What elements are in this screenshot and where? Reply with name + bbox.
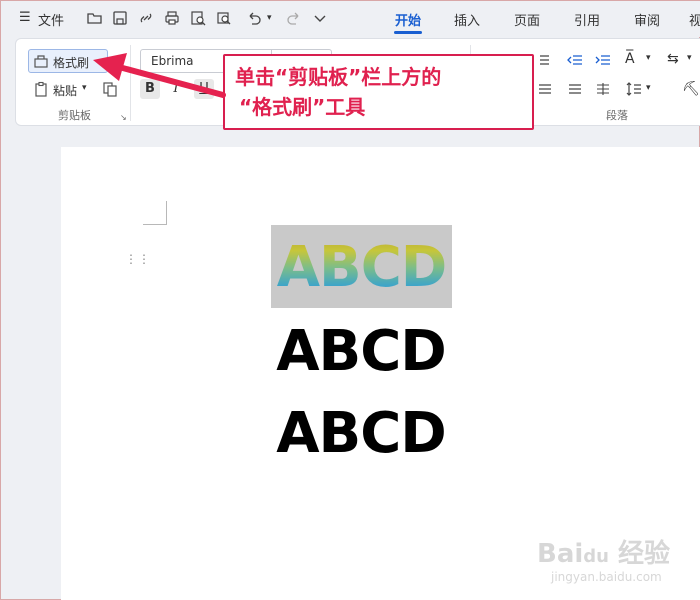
sort-icon[interactable]: ⇆: [667, 51, 679, 67]
undo-dropdown-icon[interactable]: ▾: [267, 13, 272, 23]
paste-icon[interactable]: [33, 81, 49, 97]
font-name-value: Ebrima: [151, 54, 194, 68]
format-painter-icon: [34, 55, 48, 68]
copy-icon[interactable]: [102, 81, 118, 97]
decrease-indent-icon[interactable]: [567, 53, 583, 67]
more-chevron-down-icon[interactable]: [312, 10, 328, 26]
baidu-jingyan-watermark-logo: Baidu 经验 jingyan.baidu.com: [537, 539, 671, 584]
open-folder-icon[interactable]: [87, 10, 103, 26]
tab-page[interactable]: 页面: [514, 10, 540, 29]
tab-insert[interactable]: 插入: [454, 10, 480, 29]
redo-icon[interactable]: [286, 10, 302, 26]
paragraph-group-label: 段落: [606, 109, 628, 122]
sort-dropdown-icon[interactable]: ▾: [687, 53, 692, 63]
plain-text-line-1[interactable]: ABCD: [261, 317, 461, 387]
line-spacing-dropdown-icon[interactable]: ▾: [646, 83, 651, 93]
print-icon[interactable]: [164, 10, 180, 26]
bold-button[interactable]: B: [140, 79, 160, 99]
margin-corner-mark: [143, 201, 167, 225]
group-divider: [130, 45, 131, 121]
print-preview-icon[interactable]: [190, 10, 206, 26]
file-menu[interactable]: 文件: [38, 10, 64, 29]
format-painter-button[interactable]: 格式刷: [28, 49, 108, 73]
paragraph-drag-handle-icon[interactable]: ⋮⋮: [125, 253, 150, 273]
plain-text-line-2[interactable]: ABCD: [261, 399, 461, 469]
instruction-callout: 单击“剪贴板”栏上方的 “格式刷”工具: [223, 54, 534, 130]
callout-line-2: “格式刷”工具: [239, 95, 366, 119]
paste-dropdown-icon[interactable]: ▾: [82, 83, 87, 93]
numbering-list-icon[interactable]: [534, 53, 550, 67]
clipboard-more-icon[interactable]: ⌄: [108, 51, 118, 65]
underline-button[interactable]: U: [194, 79, 214, 99]
clipboard-group-label: 剪贴板: [58, 109, 91, 122]
undo-icon[interactable]: [246, 10, 262, 26]
increase-indent-icon[interactable]: [595, 53, 611, 67]
tab-home[interactable]: 开始: [395, 10, 421, 29]
tab-references[interactable]: 引用: [574, 10, 600, 29]
text-direction-dropdown-icon[interactable]: ▾: [646, 53, 651, 63]
active-tab-indicator: [394, 31, 422, 34]
distribute-icon[interactable]: [596, 83, 610, 95]
find-icon[interactable]: [216, 10, 232, 26]
callout-line-1: 单击“剪贴板”栏上方的: [235, 65, 442, 89]
menu-bar: ☰ 文件 ▾ 开始 插入 页面 引用 审阅 视: [1, 1, 700, 37]
tab-review[interactable]: 审阅: [634, 10, 660, 29]
line-spacing-icon[interactable]: [626, 81, 642, 97]
gradient-text-line[interactable]: ABCD: [271, 233, 452, 303]
tab-view[interactable]: 视: [689, 10, 700, 29]
paste-button[interactable]: 粘贴: [53, 82, 77, 99]
save-icon[interactable]: [112, 10, 128, 26]
hamburger-menu-icon[interactable]: ☰: [19, 10, 31, 25]
link-icon[interactable]: [138, 10, 154, 26]
text-direction-icon[interactable]: A̅: [625, 51, 635, 67]
clipboard-dialog-launcher-icon[interactable]: ↘: [120, 113, 127, 122]
align-center-icon[interactable]: [568, 83, 582, 95]
italic-button[interactable]: I: [166, 79, 186, 99]
align-left-icon[interactable]: [538, 83, 552, 95]
shading-icon[interactable]: ⛏: [682, 81, 700, 97]
format-painter-label: 格式刷: [53, 56, 90, 70]
